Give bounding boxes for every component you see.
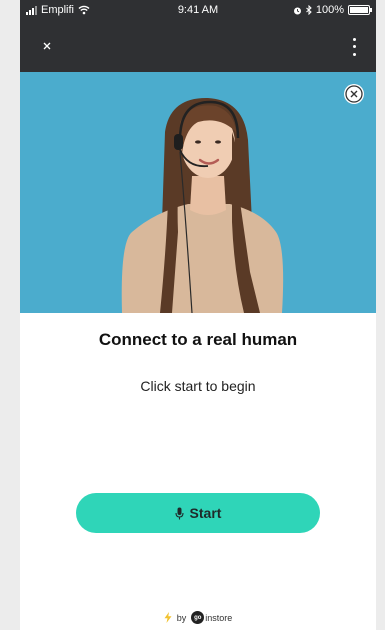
battery-percent: 100% bbox=[315, 4, 344, 16]
hero-image bbox=[20, 72, 376, 313]
powered-by-footer: by go instore bbox=[20, 611, 376, 624]
footer-by: by bbox=[176, 612, 187, 623]
agent-photo bbox=[121, 97, 284, 313]
close-circle-icon[interactable] bbox=[344, 84, 364, 104]
page-subtitle: Click start to begin bbox=[140, 378, 256, 394]
page-title: Connect to a real human bbox=[98, 330, 298, 349]
status-bar: Emplifi 9:41 AM 100% bbox=[20, 0, 376, 22]
go-logo: go bbox=[191, 611, 205, 624]
start-button-label: Start bbox=[189, 505, 222, 521]
brand-name: instore bbox=[205, 612, 233, 623]
close-icon[interactable] bbox=[38, 37, 56, 55]
start-button[interactable]: Start bbox=[76, 493, 320, 533]
lightning-icon bbox=[164, 612, 172, 623]
alarm-icon bbox=[293, 7, 301, 14]
status-right: 100% bbox=[293, 4, 372, 16]
brand-logo[interactable]: go instore bbox=[191, 611, 232, 624]
battery-fill bbox=[350, 7, 368, 13]
dismiss-glyph bbox=[345, 85, 363, 103]
phone-screen: Emplifi 9:41 AM 100% Connect to a real h… bbox=[20, 0, 376, 630]
more-vertical-icon[interactable] bbox=[350, 36, 358, 58]
app-bar bbox=[20, 22, 376, 72]
microphone-icon bbox=[174, 507, 184, 519]
bluetooth-icon bbox=[306, 5, 312, 15]
battery-icon bbox=[348, 5, 372, 15]
